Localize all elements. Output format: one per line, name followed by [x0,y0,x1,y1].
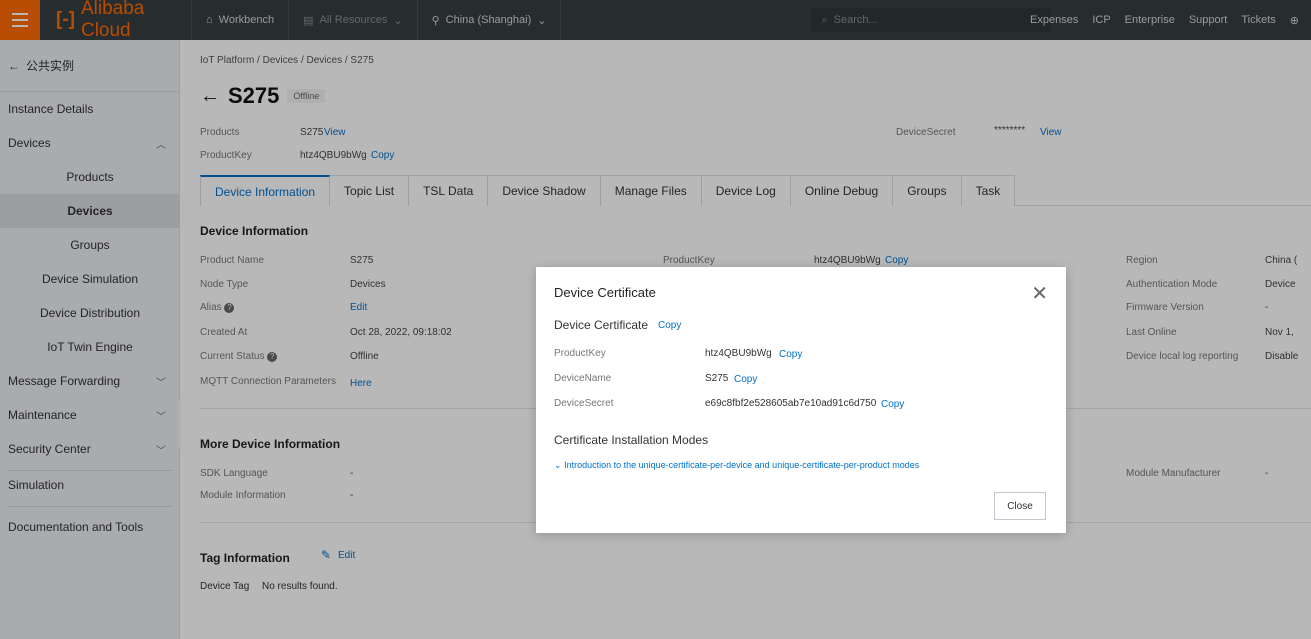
chevron-down-icon: ⌄ [554,460,562,470]
cert-devicesecret-value: e69c8fbf2e528605ab7e10ad91c6d750 [705,398,877,409]
installation-modes-link[interactable]: ⌄ Introduction to the unique-certificate… [554,460,919,471]
cert-devicename-value: S275 [705,373,729,384]
cert-devicename-copy-link[interactable]: Copy [734,374,757,385]
close-button[interactable]: Close [994,492,1046,520]
cert-productkey-copy-link[interactable]: Copy [779,349,802,360]
cert-devicesecret-copy-link[interactable]: Copy [881,399,904,410]
cert-productkey-label: ProductKey [554,348,606,359]
device-certificate-dialog: Device Certificate ✕ Device Certificate … [536,267,1066,533]
close-icon[interactable]: ✕ [1031,281,1048,306]
certificate-heading: Device Certificate [554,318,649,332]
certificate-copy-all-link[interactable]: Copy [658,320,681,331]
cert-productkey-value: htz4QBU9bWg [705,348,772,359]
installation-modes-link-text: Introduction to the unique-certificate-p… [564,460,920,470]
installation-modes-heading: Certificate Installation Modes [554,433,709,447]
dialog-title: Device Certificate [554,285,656,300]
cert-devicename-label: DeviceName [554,373,612,384]
cert-devicesecret-label: DeviceSecret [554,398,614,409]
